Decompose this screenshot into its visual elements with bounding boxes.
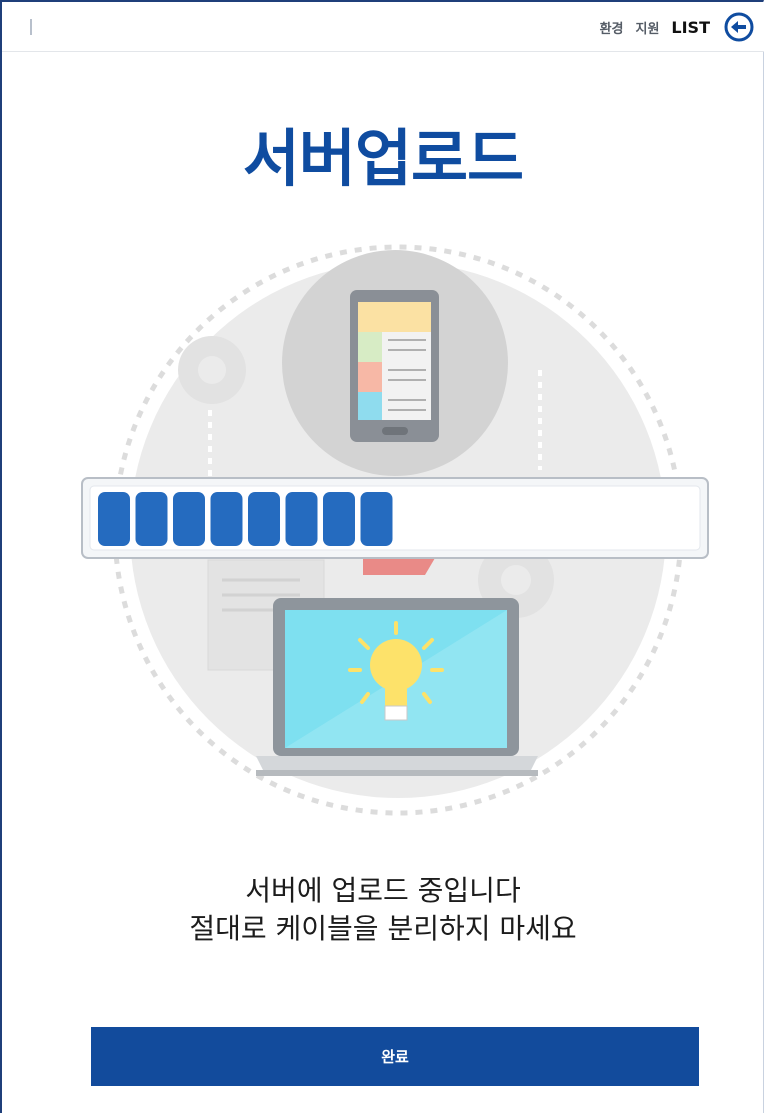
top-bar: 환경 지원 LIST	[2, 2, 764, 52]
progress-segment	[135, 492, 168, 546]
upload-illustration	[80, 240, 710, 834]
page-title: 서버업로드	[242, 122, 524, 195]
top-bar-divider	[30, 19, 32, 35]
progress-segment	[173, 492, 205, 546]
nav-list-link[interactable]: LIST	[671, 18, 710, 37]
back-button[interactable]	[724, 12, 754, 42]
progress-segment	[210, 492, 243, 546]
smartphone-icon	[282, 250, 508, 476]
progress-segment	[360, 492, 393, 546]
upload-progress-bar	[81, 477, 709, 559]
progress-segment	[285, 492, 318, 546]
done-button[interactable]: 완료	[91, 1027, 699, 1086]
top-nav: 환경 지원 LIST	[600, 18, 710, 37]
upload-message-line2: 절대로 케이블을 분리하지 마세요	[189, 912, 577, 945]
laptop-icon	[256, 598, 538, 776]
nav-env-link[interactable]: 환경	[600, 18, 624, 37]
progress-segment	[323, 492, 355, 546]
back-arrow-circle-icon	[724, 12, 754, 42]
nav-support-link[interactable]: 지원	[635, 18, 659, 37]
progress-segment	[248, 492, 280, 546]
gear-icon	[178, 336, 246, 404]
upload-message-line1: 서버에 업로드 중입니다	[245, 874, 521, 907]
upload-message: 서버에 업로드 중입니다 절대로 케이블을 분리하지 마세요	[0, 872, 766, 948]
progress-segment	[98, 492, 130, 546]
